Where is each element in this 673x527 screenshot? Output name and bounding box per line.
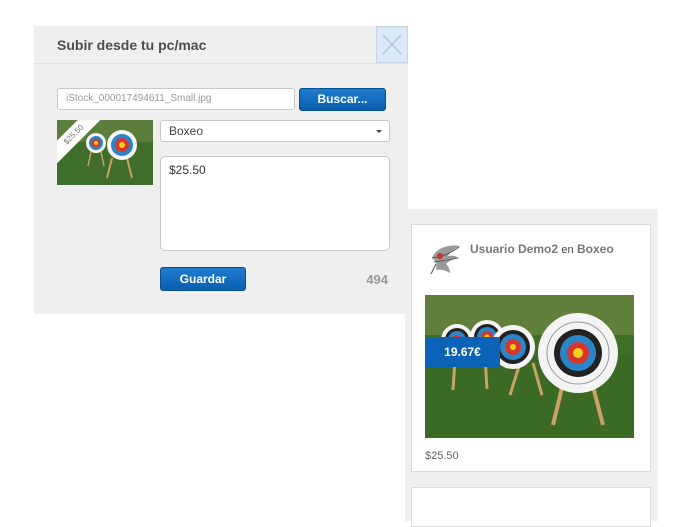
image-thumbnail: $25.50 <box>57 120 153 185</box>
file-path-input[interactable]: iStock_000017494611_Small.jpg <box>57 88 295 110</box>
next-post-card[interactable] <box>411 487 651 527</box>
post-card[interactable]: Usuario Demo2 en Boxeo 19.67€ $25.50 <box>411 224 651 472</box>
post-description: $25.50 <box>425 450 459 462</box>
preview-panel: Usuario Demo2 en Boxeo 19.67€ $25.50 <box>405 209 658 527</box>
price-tag: 19.67€ <box>425 337 500 367</box>
title-divider <box>34 63 408 64</box>
category-select[interactable]: Boxeo <box>160 120 390 142</box>
description-textarea[interactable]: $25.50 <box>160 156 390 251</box>
save-button[interactable]: Guardar <box>160 267 246 291</box>
card-header: Usuario Demo2 en Boxeo <box>470 242 614 256</box>
character-counter: 494 <box>366 272 388 287</box>
user-link[interactable]: Usuario Demo2 <box>470 242 558 256</box>
post-image[interactable]: 19.67€ <box>425 295 634 438</box>
category-select-value: Boxeo <box>169 124 204 138</box>
upload-dialog: Subir desde tu pc/mac iStock_00001749461… <box>34 26 408 314</box>
preposition-text: en <box>561 244 574 256</box>
dialog-title: Subir desde tu pc/mac <box>57 37 207 53</box>
browse-button[interactable]: Buscar... <box>299 88 386 111</box>
close-button[interactable] <box>376 26 408 63</box>
category-link[interactable]: Boxeo <box>577 242 614 256</box>
close-icon <box>382 34 402 55</box>
chevron-down-icon <box>376 130 382 133</box>
feather-avatar-icon[interactable] <box>428 240 464 276</box>
